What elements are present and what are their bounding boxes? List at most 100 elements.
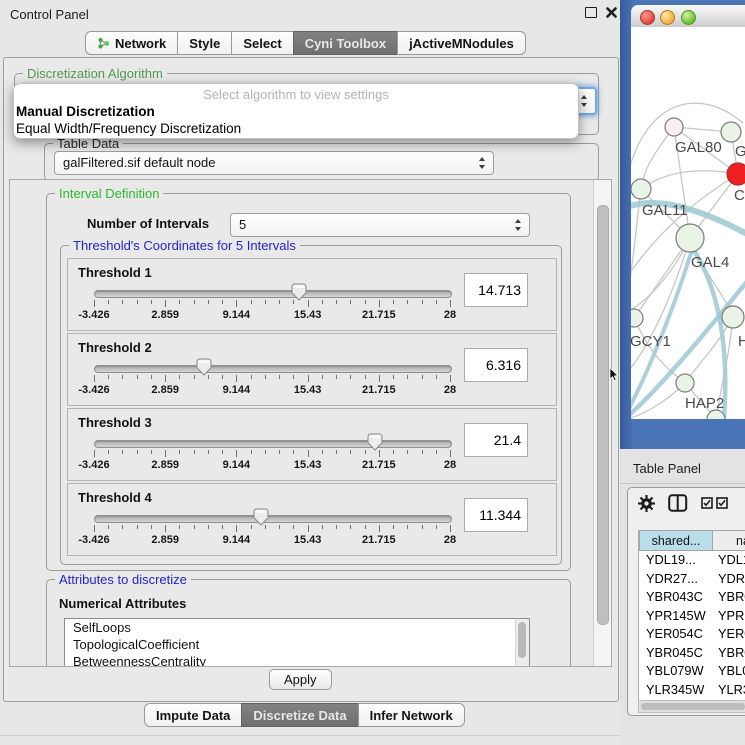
list-scrollbar[interactable] (515, 619, 529, 667)
network-view-window[interactable]: GAL80GACGAL11GAL4GCY1HHAP2 (620, 0, 745, 449)
tab-discretize-data[interactable]: Discretize Data (241, 703, 358, 727)
network-window-titlebar[interactable] (631, 5, 745, 28)
table-cell: YBR043C (639, 588, 711, 607)
threshold-label: Threshold 3 (78, 415, 152, 430)
slider-thumb[interactable] (253, 508, 269, 526)
threshold-row: Threshold 1 -3.4262.8599.14415.4321.7152… (67, 258, 557, 331)
checkbox-icon[interactable] (701, 497, 713, 509)
table-row[interactable]: YER054CYER0 (639, 625, 745, 644)
attribute-list-item[interactable]: SelfLoops (65, 619, 529, 636)
threshold-value-field[interactable]: 11.344 (464, 498, 528, 532)
slider-track[interactable] (94, 290, 452, 298)
combo-stepper-icon (479, 157, 486, 169)
threshold-row: Threshold 3 -3.4262.8599.14415.4321.7152… (67, 408, 557, 481)
attribute-list-item[interactable]: BetweennessCentrality (65, 653, 529, 667)
network-node (631, 309, 643, 327)
slider-ticks (94, 525, 450, 533)
threshold-label: Threshold 4 (78, 490, 152, 505)
table-data-group: Table Data galFiltered.sif default node (44, 143, 599, 181)
network-node (676, 374, 694, 392)
tab-cyni-toolbox[interactable]: Cyni Toolbox (293, 31, 398, 55)
threshold-value-field[interactable]: 14.713 (464, 273, 528, 307)
split-columns-icon[interactable] (668, 494, 688, 512)
network-node-label: C (734, 187, 745, 204)
table-row[interactable]: YBR045CYBR0 (639, 644, 745, 663)
table-cell: YER054C (639, 625, 711, 644)
tab-select[interactable]: Select (231, 31, 293, 55)
tab-impute-data[interactable]: Impute Data (144, 703, 242, 727)
group-title: Discretization Algorithm (23, 66, 167, 81)
tab-jactivemnodules[interactable]: jActiveMNodules (397, 31, 526, 55)
table-hscrollbar[interactable] (638, 700, 745, 713)
slider-tick-labels: -3.4262.8599.14415.4321.71528 (94, 459, 450, 473)
apply-button[interactable]: Apply (269, 669, 332, 690)
table-row[interactable]: YDL19...YDL1 (639, 551, 745, 570)
table-cell: YBL079W (639, 662, 711, 681)
panel-title: Control Panel (10, 7, 89, 22)
table-cell: YLR345W (639, 681, 711, 700)
minimize-traffic-light-icon[interactable] (660, 10, 675, 25)
slider-thumb[interactable] (367, 433, 383, 451)
tab-infer-network[interactable]: Infer Network (358, 703, 465, 727)
number-of-intervals-value: 5 (239, 217, 246, 232)
mouse-cursor (609, 368, 619, 387)
table-row[interactable]: YPR145WYPR1 (639, 607, 745, 626)
network-node-label: GAL11 (642, 202, 688, 219)
group-title: Threshold's Coordinates for 5 Intervals (69, 238, 300, 253)
zoom-traffic-light-icon[interactable] (681, 10, 696, 25)
network-node (722, 306, 744, 328)
network-node-label: GAL80 (675, 139, 722, 156)
tab-label: Select (243, 36, 281, 51)
checkbox-icon[interactable] (716, 497, 728, 509)
tab-network[interactable]: Network (85, 31, 178, 55)
table-cell: YLR3 (711, 681, 745, 700)
popup-option[interactable]: Manual Discretization (16, 104, 155, 119)
table-cell: YPR1 (711, 607, 745, 626)
numerical-attributes-list[interactable]: SelfLoopsTopologicalCoefficientBetweenne… (64, 618, 530, 667)
node-table[interactable]: shared...na YDL19...YDL1YDR27...YDR2YBR0… (638, 530, 745, 700)
divider (620, 483, 745, 484)
column-header[interactable]: shared... (639, 530, 713, 551)
close-icon[interactable] (606, 7, 617, 18)
slider-track[interactable] (94, 440, 452, 448)
thresholds-group: Threshold's Coordinates for 5 Intervals … (60, 245, 562, 565)
gear-icon[interactable] (638, 495, 655, 512)
network-node (676, 224, 704, 252)
number-of-intervals-label: Number of Intervals (87, 216, 209, 231)
table-subwindow: shared...na YDL19...YDL1YDR27...YDR2YBR0… (627, 487, 745, 716)
network-node-label: GAL4 (691, 254, 729, 271)
table-panel: Table Panel (620, 449, 745, 745)
slider-ticks (94, 300, 450, 308)
settings-scrollbar[interactable] (593, 180, 611, 666)
group-title: Attributes to discretize (55, 572, 191, 587)
float-window-icon[interactable] (585, 7, 597, 18)
number-of-intervals-combobox[interactable]: 5 (230, 213, 530, 237)
slider-tick-labels: -3.4262.8599.14415.4321.71528 (94, 534, 450, 548)
tab-style[interactable]: Style (177, 31, 232, 55)
threshold-value-field[interactable]: 21.4 (464, 423, 528, 457)
slider-track[interactable] (94, 365, 452, 373)
threshold-value-field[interactable]: 6.316 (464, 348, 528, 382)
tab-label: Network (115, 36, 166, 51)
network-canvas[interactable]: GAL80GACGAL11GAL4GCY1HHAP2 (631, 27, 745, 419)
popup-option[interactable]: Equal Width/Frequency Discretization (16, 121, 241, 136)
table-row[interactable]: YDR27...YDR2 (639, 570, 745, 589)
slider-track[interactable] (94, 515, 452, 523)
top-tabbar: Network Style Select Cyni Toolbox jActiveMNo… (85, 31, 526, 55)
attribute-list-item[interactable]: TopologicalCoefficient (65, 636, 529, 653)
tab-label: Cyni Toolbox (305, 36, 386, 51)
slider-thumb[interactable] (196, 358, 212, 376)
table-row[interactable]: YBR043CYBR0 (639, 588, 745, 607)
table-cell: YDL19... (639, 551, 711, 570)
close-traffic-light-icon[interactable] (640, 10, 655, 25)
tab-label: Style (189, 36, 220, 51)
table-row[interactable]: YBL079WYBL0 (639, 662, 745, 681)
attributes-group: Attributes to discretize Numerical Attri… (46, 579, 571, 667)
column-header[interactable]: na (713, 530, 745, 551)
threshold-label: Threshold 1 (78, 265, 152, 280)
combo-stepper-icon (515, 219, 522, 231)
table-row[interactable]: YLR345WYLR3 (639, 681, 745, 700)
table-data-combobox[interactable]: galFiltered.sif default node (54, 151, 494, 175)
table-cell: YBR0 (711, 588, 745, 607)
slider-thumb[interactable] (291, 283, 307, 301)
